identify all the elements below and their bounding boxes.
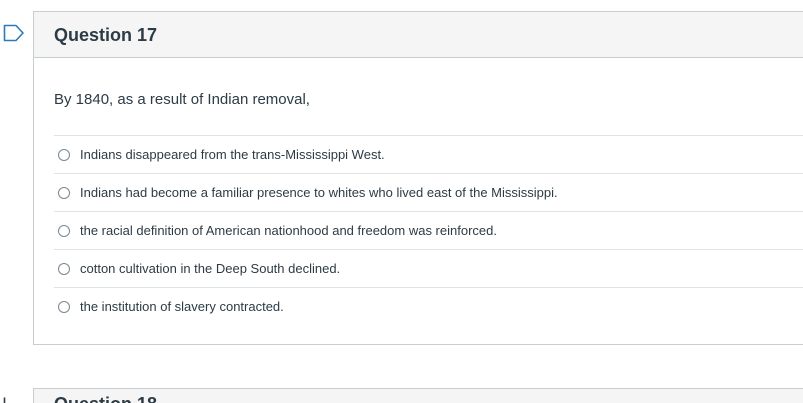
next-question-title: Question 18 [54, 394, 157, 403]
answer-option[interactable]: the racial definition of American nation… [54, 211, 803, 249]
flag-bookmark-icon[interactable] [3, 396, 25, 403]
answer-label: cotton cultivation in the Deep South dec… [80, 261, 341, 276]
radio-button-icon[interactable] [58, 300, 70, 313]
quiz-page: Question 17 By 1840, as a result of Indi… [0, 0, 803, 403]
next-question-card: Question 18 [33, 388, 803, 403]
answer-label: the institution of slavery contracted. [80, 299, 284, 314]
answer-label: Indians disappeared from the trans-Missi… [80, 147, 385, 162]
answer-list: Indians disappeared from the trans-Missi… [54, 135, 803, 325]
answer-option[interactable]: cotton cultivation in the Deep South dec… [54, 249, 803, 287]
answer-option[interactable]: Indians had become a familiar presence t… [54, 173, 803, 211]
question-header: Question 17 [34, 12, 803, 58]
question-text: By 1840, as a result of Indian removal, [54, 91, 310, 108]
question-title: Question 17 [54, 25, 158, 45]
answer-option[interactable]: Indians disappeared from the trans-Missi… [54, 135, 803, 173]
question-card: Question 17 By 1840, as a result of Indi… [33, 11, 803, 345]
flag-bookmark-icon[interactable] [3, 24, 25, 42]
radio-button-icon[interactable] [58, 262, 70, 275]
radio-button-icon[interactable] [58, 148, 70, 161]
radio-button-icon[interactable] [58, 224, 70, 237]
radio-button-icon[interactable] [58, 186, 70, 199]
answer-label: the racial definition of American nation… [80, 223, 497, 238]
answer-option[interactable]: the institution of slavery contracted. [54, 287, 803, 325]
answer-label: Indians had become a familiar presence t… [80, 185, 558, 200]
